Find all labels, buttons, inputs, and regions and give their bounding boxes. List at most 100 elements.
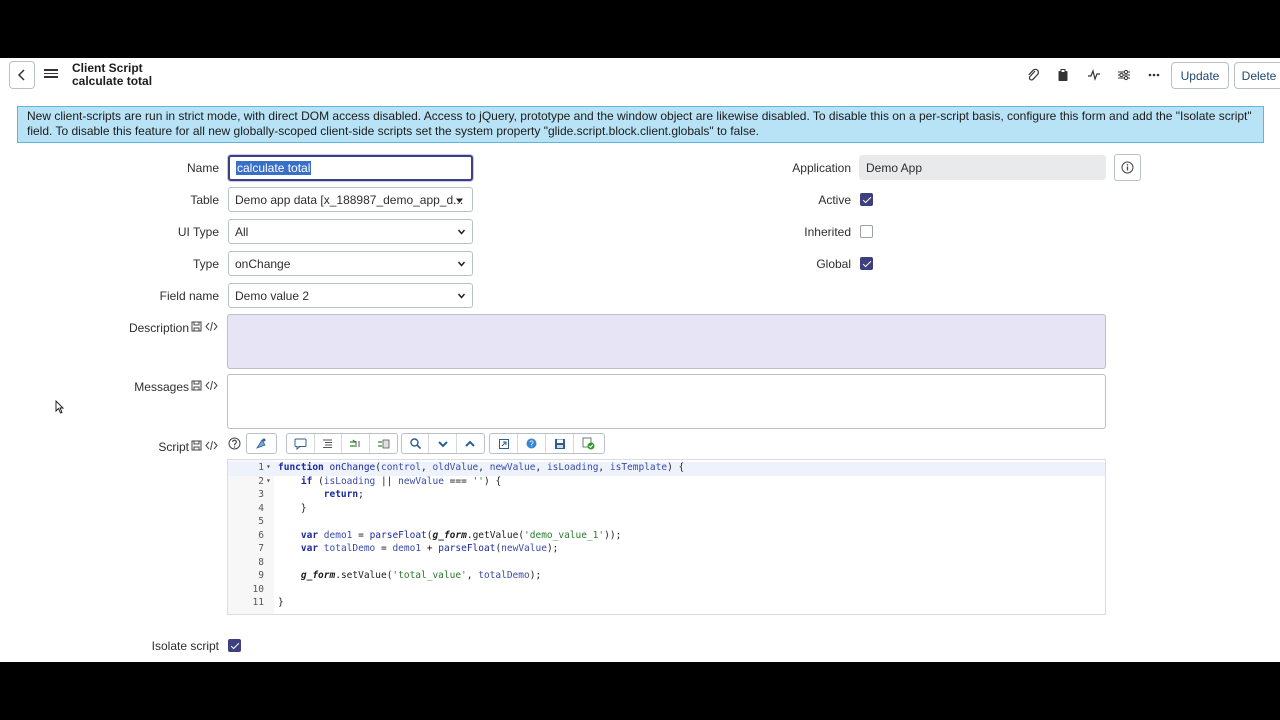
- code-line[interactable]: 11}: [228, 597, 1105, 611]
- hamburger-menu-icon[interactable]: [44, 67, 58, 83]
- application-label: Application: [792, 161, 851, 175]
- script-debug-icon[interactable]: [247, 434, 275, 453]
- code-icon[interactable]: [205, 440, 218, 451]
- code-line[interactable]: 10: [228, 584, 1105, 598]
- code-line[interactable]: 2 ▾ if (isLoading || newValue === '') {: [228, 476, 1105, 490]
- script-toolbar-group-3: [401, 433, 485, 454]
- comment-icon[interactable]: [287, 434, 315, 453]
- line-number: 1: [258, 462, 264, 473]
- active-label: Active: [818, 193, 851, 207]
- code-text: function onChange(control, oldValue, new…: [278, 462, 685, 473]
- name-input-value: calculate total: [236, 161, 312, 175]
- code-icon[interactable]: [205, 321, 218, 332]
- name-input[interactable]: calculate total: [228, 155, 473, 181]
- line-number: 5: [258, 516, 264, 527]
- code-text: return;: [323, 489, 364, 500]
- chevron-down-icon: [457, 293, 466, 299]
- field-name-select-value: Demo value 2: [235, 288, 310, 303]
- code-line[interactable]: 7 var totalDemo = demo1 + parseFloat(new…: [228, 543, 1105, 557]
- strict-mode-info-banner: New client-scripts are run in strict mod…: [17, 106, 1264, 143]
- client-script-form-screen: Client Script calculate total Update Del…: [0, 58, 1280, 662]
- code-line[interactable]: 3 return;: [228, 489, 1105, 503]
- spell-check-icon[interactable]: [191, 380, 202, 391]
- line-number: 2: [258, 475, 264, 487]
- chevron-down-icon: [457, 229, 466, 235]
- type-select[interactable]: onChange: [228, 251, 473, 276]
- settings-sliders-icon[interactable]: [1115, 66, 1133, 84]
- messages-textarea[interactable]: [227, 374, 1106, 429]
- info-icon: [1121, 161, 1134, 174]
- global-checkbox[interactable]: [860, 257, 873, 270]
- mouse-pointer-icon: [55, 400, 64, 414]
- line-number: 9: [258, 570, 264, 581]
- field-name-select[interactable]: Demo value 2: [228, 283, 473, 308]
- isolate-script-checkbox[interactable]: [228, 639, 241, 652]
- line-number: 7: [258, 543, 264, 554]
- line-number: 3: [258, 489, 264, 500]
- code-line[interactable]: 5: [228, 516, 1105, 530]
- script-code-editor[interactable]: 1 ▾ function onChange(control, oldValue, n…: [227, 459, 1106, 615]
- toggle-syntax-check-icon[interactable]: [574, 434, 602, 453]
- script-field-tools: [191, 440, 218, 451]
- code-text: if (isLoading || newValue === '') {: [300, 475, 502, 487]
- clipboard-icon[interactable]: [1054, 66, 1072, 84]
- attachment-icon[interactable]: [1024, 66, 1042, 84]
- spell-check-icon[interactable]: [191, 440, 202, 451]
- type-label: Type: [192, 257, 219, 271]
- script-label: Script: [158, 440, 189, 454]
- chevron-down-icon: [457, 261, 466, 267]
- code-line[interactable]: 8: [228, 557, 1105, 571]
- code-line[interactable]: 9 g_form.setValue('total_value', totalDe…: [228, 570, 1105, 584]
- activity-icon[interactable]: [1085, 66, 1103, 84]
- fold-toggle-icon[interactable]: ▾: [266, 476, 271, 485]
- application-field: Demo App: [859, 155, 1106, 180]
- line-number: 11: [252, 597, 264, 608]
- replace-all-icon[interactable]: [370, 434, 397, 453]
- messages-field-tools: [191, 380, 218, 391]
- back-button[interactable]: [9, 61, 35, 89]
- table-select-value: Demo app data [x_188987_demo_app_d...: [235, 192, 464, 207]
- table-label: Table: [190, 193, 219, 207]
- script-toolbar-group-4: ?: [489, 433, 605, 454]
- ui-type-label: UI Type: [177, 225, 219, 239]
- find-previous-icon[interactable]: [457, 434, 484, 453]
- find-next-icon[interactable]: [429, 434, 457, 453]
- line-number: 6: [258, 529, 264, 541]
- description-textarea[interactable]: [227, 314, 1106, 369]
- code-line[interactable]: 4 }: [228, 503, 1105, 517]
- code-text: }: [278, 502, 307, 514]
- fullscreen-icon[interactable]: [490, 434, 518, 453]
- code-line[interactable]: 6 var demo1 = parseFloat(g_form.getValue…: [228, 530, 1105, 544]
- fold-toggle-icon[interactable]: ▾: [266, 462, 271, 471]
- replace-icon[interactable]: [342, 434, 370, 453]
- ui-type-select[interactable]: All: [228, 219, 473, 244]
- record-type-title: Client Script: [72, 61, 143, 75]
- global-label: Global: [816, 257, 851, 271]
- chevron-left-icon: [17, 69, 25, 81]
- code-text: g_form.setValue('total_value', totalDemo…: [300, 570, 542, 581]
- code-icon[interactable]: [205, 380, 218, 391]
- inherited-checkbox[interactable]: [860, 225, 873, 238]
- dropdown-triangle-icon: [456, 198, 463, 203]
- table-select[interactable]: Demo app data [x_188987_demo_app_d...: [228, 187, 473, 212]
- code-text: }: [278, 597, 284, 608]
- application-info-button[interactable]: [1114, 154, 1141, 181]
- format-code-icon[interactable]: [315, 434, 342, 453]
- spell-check-icon[interactable]: [191, 321, 202, 332]
- description-label: Description: [128, 321, 189, 335]
- description-field-tools: [191, 321, 218, 332]
- isolate-script-label: Isolate script: [151, 639, 219, 653]
- script-toolbar-group-1: [246, 433, 277, 454]
- record-name-title: calculate total: [72, 74, 153, 88]
- more-options-icon[interactable]: [1145, 66, 1163, 84]
- search-icon[interactable]: [402, 434, 430, 453]
- field-name-label: Field name: [159, 289, 219, 303]
- save-icon[interactable]: [546, 434, 574, 453]
- syntax-help-icon[interactable]: ?: [518, 434, 546, 453]
- code-line[interactable]: 1 ▾ function onChange(control, oldValue, n…: [228, 462, 1105, 476]
- help-icon[interactable]: [228, 437, 241, 450]
- update-button[interactable]: Update: [1171, 62, 1229, 89]
- code-text: var totalDemo = demo1 + parseFloat(newVa…: [300, 543, 559, 554]
- active-checkbox[interactable]: [860, 193, 873, 206]
- delete-button[interactable]: Delete: [1234, 62, 1280, 89]
